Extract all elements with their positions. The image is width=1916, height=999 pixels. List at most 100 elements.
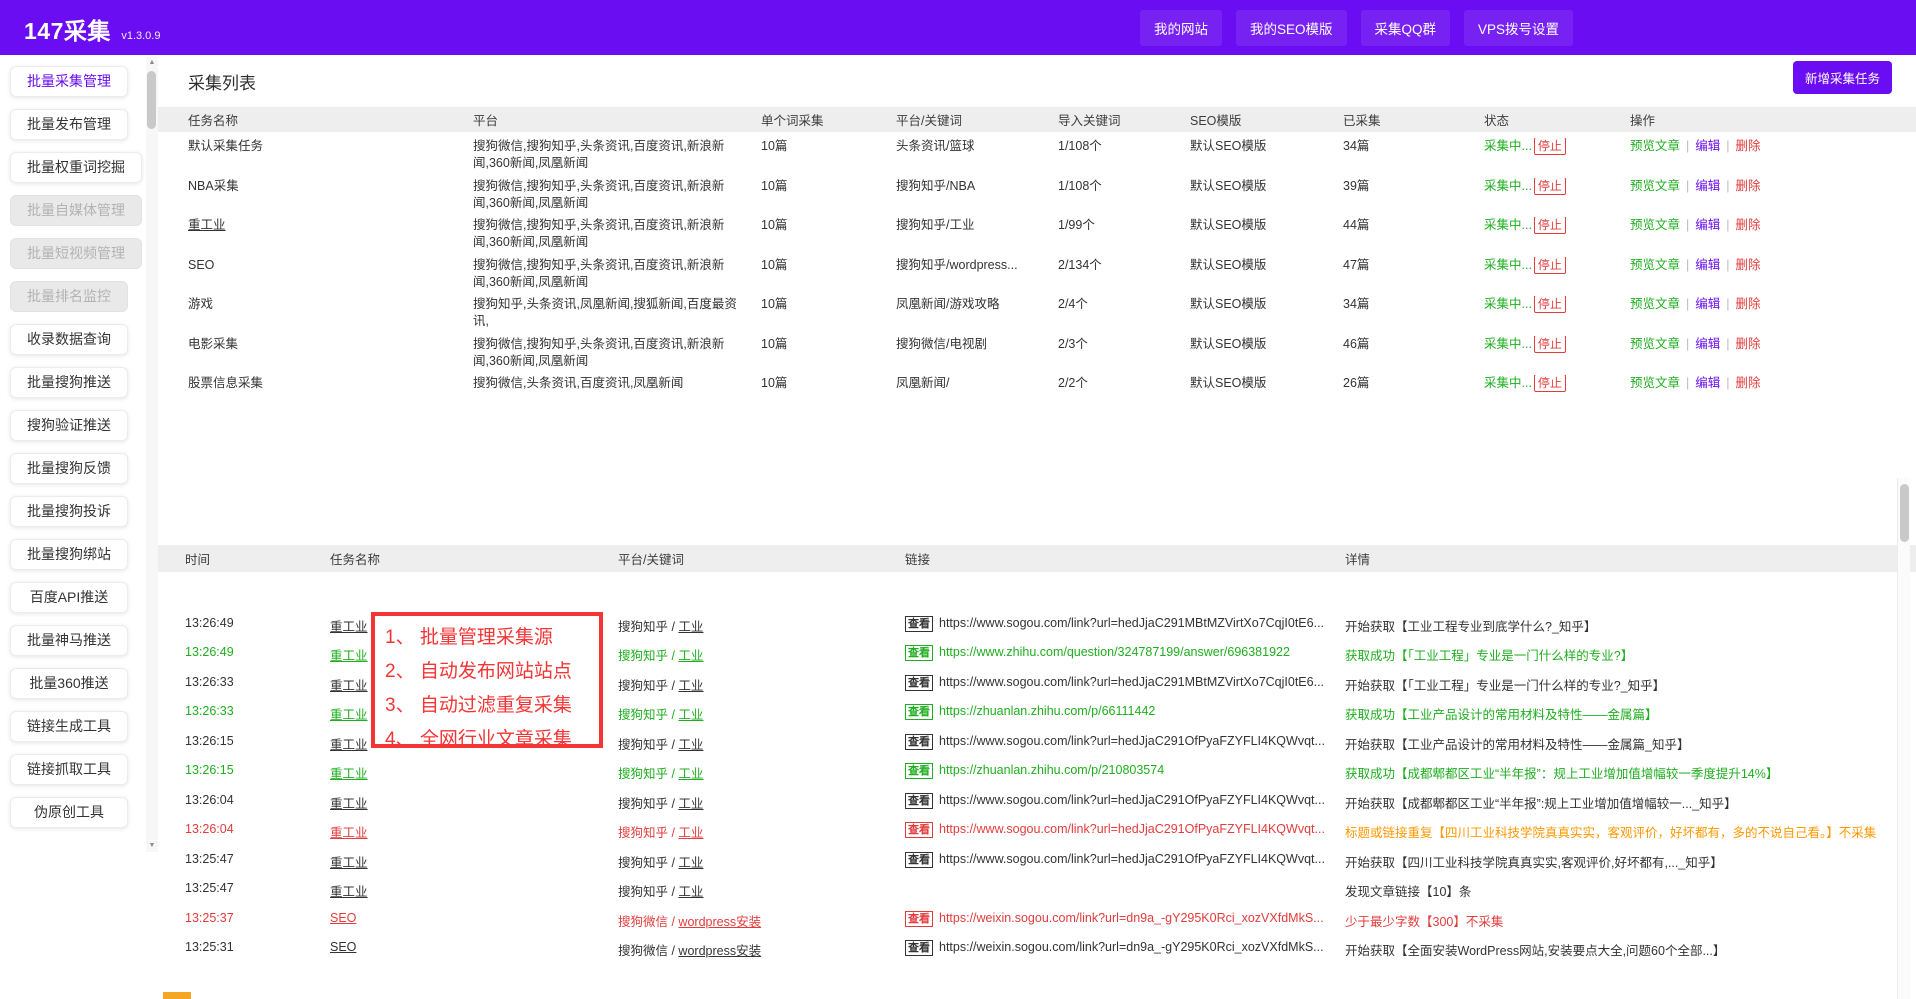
log-task-link[interactable]: 重工业	[330, 708, 368, 722]
edit-link[interactable]: 编辑	[1695, 258, 1720, 272]
view-badge[interactable]: 查看	[905, 763, 933, 779]
sidebar-item[interactable]: 批量搜狗反馈	[10, 453, 128, 484]
sidebar-item[interactable]: 批量自媒体管理	[10, 195, 142, 226]
preview-article-link[interactable]: 预览文章	[1630, 179, 1680, 193]
log-task-link[interactable]: 重工业	[330, 679, 368, 693]
task-name[interactable]: 股票信息采集	[188, 375, 473, 409]
log-keyword-link[interactable]: 工业	[678, 797, 703, 811]
log-task-link[interactable]: 重工业	[330, 797, 368, 811]
sidebar-item[interactable]: 批量发布管理	[10, 109, 128, 140]
sidebar-item[interactable]: 搜狗验证推送	[10, 410, 128, 441]
view-badge[interactable]: 查看	[905, 616, 933, 632]
log-url[interactable]: https://zhuanlan.zhihu.com/p/210803574	[939, 763, 1164, 777]
edit-link[interactable]: 编辑	[1695, 179, 1720, 193]
preview-article-link[interactable]: 预览文章	[1630, 258, 1680, 272]
preview-article-link[interactable]: 预览文章	[1630, 139, 1680, 153]
preview-article-link[interactable]: 预览文章	[1630, 376, 1680, 390]
sidebar-item[interactable]: 批量搜狗推送	[10, 367, 128, 398]
delete-link[interactable]: 删除	[1736, 218, 1761, 232]
sidebar-item[interactable]: 批量短视频管理	[10, 238, 142, 269]
log-keyword-link[interactable]: 工业	[678, 679, 703, 693]
view-badge[interactable]: 查看	[905, 704, 933, 720]
edit-link[interactable]: 编辑	[1695, 376, 1720, 390]
task-name[interactable]: 电影采集	[188, 336, 473, 370]
sidebar-scroll-thumb[interactable]	[147, 71, 156, 129]
view-badge[interactable]: 查看	[905, 822, 933, 838]
preview-article-link[interactable]: 预览文章	[1630, 337, 1680, 351]
preview-article-link[interactable]: 预览文章	[1630, 218, 1680, 232]
log-url[interactable]: https://www.sogou.com/link?url=hedJjaC29…	[939, 822, 1325, 836]
log-keyword-link[interactable]: 工业	[678, 738, 703, 752]
log-url[interactable]: https://www.sogou.com/link?url=hedJjaC29…	[939, 793, 1325, 807]
log-url[interactable]: https://www.zhihu.com/question/324787199…	[939, 645, 1290, 659]
task-name[interactable]: 游戏	[188, 296, 473, 330]
delete-link[interactable]: 删除	[1736, 139, 1761, 153]
log-url[interactable]: https://zhuanlan.zhihu.com/p/66111442	[939, 704, 1155, 718]
view-badge[interactable]: 查看	[905, 734, 933, 750]
log-task-link[interactable]: 重工业	[330, 649, 368, 663]
task-name[interactable]: SEO	[188, 257, 473, 291]
scroll-down-icon[interactable]: ▼	[146, 840, 158, 852]
edit-link[interactable]: 编辑	[1695, 218, 1720, 232]
sidebar-item[interactable]: 批量360推送	[10, 668, 128, 699]
sidebar-item[interactable]: 伪原创工具	[10, 797, 128, 828]
stop-button[interactable]: 停止	[1534, 336, 1566, 353]
view-badge[interactable]: 查看	[905, 645, 933, 661]
sidebar-item[interactable]: 批量搜狗绑站	[10, 539, 128, 570]
log-task-link[interactable]: 重工业	[330, 738, 368, 752]
log-task-link[interactable]: 重工业	[330, 767, 368, 781]
log-task-link[interactable]: SEO	[330, 911, 356, 925]
sidebar-scrollbar[interactable]: ▲ ▼	[146, 57, 158, 852]
view-badge[interactable]: 查看	[905, 940, 933, 956]
delete-link[interactable]: 删除	[1736, 337, 1761, 351]
sidebar-item[interactable]: 批量采集管理	[10, 66, 128, 97]
sidebar-item[interactable]: 批量排名监控	[10, 281, 128, 312]
new-task-button[interactable]: 新增采集任务	[1793, 61, 1892, 94]
nav-item[interactable]: 采集QQ群	[1361, 10, 1451, 46]
sidebar-item[interactable]: 百度API推送	[10, 582, 128, 613]
edit-link[interactable]: 编辑	[1695, 337, 1720, 351]
sidebar-item[interactable]: 收录数据查询	[10, 324, 128, 355]
log-task-link[interactable]: SEO	[330, 940, 356, 954]
delete-link[interactable]: 删除	[1736, 258, 1761, 272]
task-name[interactable]: NBA采集	[188, 178, 473, 212]
log-task-link[interactable]: 重工业	[330, 620, 368, 634]
sidebar-item[interactable]: 批量搜狗投诉	[10, 496, 128, 527]
log-keyword-link[interactable]: 工业	[678, 826, 703, 840]
stop-button[interactable]: 停止	[1534, 217, 1566, 234]
delete-link[interactable]: 删除	[1736, 179, 1761, 193]
log-keyword-link[interactable]: wordpress安装	[678, 944, 761, 958]
sidebar-item[interactable]: 批量权重词挖掘	[10, 152, 142, 183]
log-keyword-link[interactable]: 工业	[678, 885, 703, 899]
log-url[interactable]: https://www.sogou.com/link?url=hedJjaC29…	[939, 734, 1325, 748]
task-name[interactable]: 重工业	[188, 217, 473, 251]
log-url[interactable]: https://www.sogou.com/link?url=hedJjaC29…	[939, 616, 1324, 630]
stop-button[interactable]: 停止	[1534, 375, 1566, 392]
nav-item[interactable]: 我的网站	[1140, 10, 1222, 46]
delete-link[interactable]: 删除	[1736, 376, 1761, 390]
scroll-up-icon[interactable]: ▲	[146, 57, 158, 69]
log-keyword-link[interactable]: wordpress安装	[678, 915, 761, 929]
sidebar-item[interactable]: 批量神马推送	[10, 625, 128, 656]
log-url[interactable]: https://weixin.sogou.com/link?url=dn9a_-…	[939, 911, 1324, 925]
edit-link[interactable]: 编辑	[1695, 139, 1720, 153]
nav-item[interactable]: 我的SEO模版	[1236, 10, 1347, 46]
log-scroll-thumb[interactable]	[1900, 484, 1909, 542]
sidebar-item[interactable]: 链接抓取工具	[10, 754, 128, 785]
log-task-link[interactable]: 重工业	[330, 826, 368, 840]
stop-button[interactable]: 停止	[1534, 178, 1566, 195]
sidebar-item[interactable]: 链接生成工具	[10, 711, 128, 742]
log-keyword-link[interactable]: 工业	[678, 856, 703, 870]
view-badge[interactable]: 查看	[905, 675, 933, 691]
view-badge[interactable]: 查看	[905, 852, 933, 868]
log-keyword-link[interactable]: 工业	[678, 767, 703, 781]
log-url[interactable]: https://www.sogou.com/link?url=hedJjaC29…	[939, 675, 1324, 689]
log-keyword-link[interactable]: 工业	[678, 620, 703, 634]
log-url[interactable]: https://www.sogou.com/link?url=hedJjaC29…	[939, 852, 1325, 866]
nav-item[interactable]: VPS拨号设置	[1464, 10, 1573, 46]
log-keyword-link[interactable]: 工业	[678, 649, 703, 663]
view-badge[interactable]: 查看	[905, 793, 933, 809]
log-scrollbar[interactable]	[1897, 478, 1910, 999]
preview-article-link[interactable]: 预览文章	[1630, 297, 1680, 311]
stop-button[interactable]: 停止	[1534, 138, 1566, 155]
